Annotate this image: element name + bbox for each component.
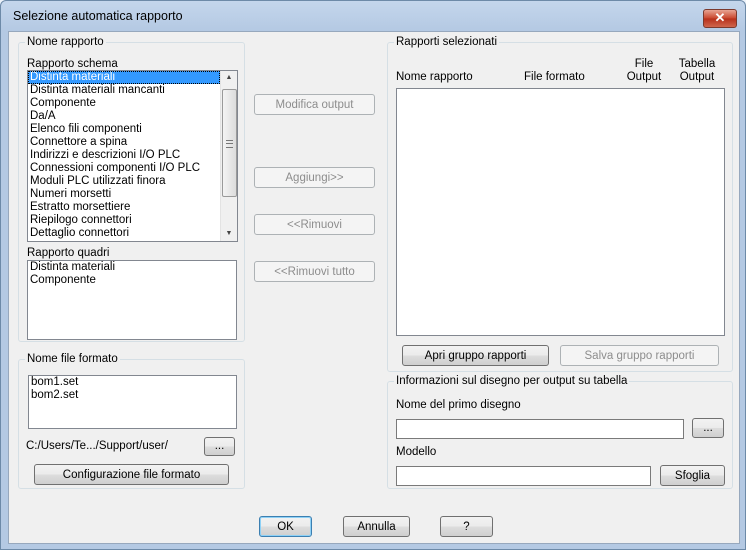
- format-file-list[interactable]: bom1.set bom2.set: [28, 375, 237, 429]
- help-button[interactable]: ?: [440, 516, 493, 537]
- first-drawing-browse-button[interactable]: ...: [692, 418, 724, 438]
- title-bar: Selezione automatica rapporto ✕: [1, 1, 745, 31]
- schematic-report-item[interactable]: Connettore a spina: [28, 136, 220, 149]
- format-file-group-label: Nome file formato: [25, 353, 120, 365]
- scroll-up-arrow-icon[interactable]: ▲: [221, 71, 237, 85]
- panel-report-list[interactable]: Distinta materiali Componente: [27, 260, 237, 340]
- format-file-item[interactable]: bom1.set: [29, 376, 236, 389]
- schematic-report-label: Rapporto schema: [27, 58, 118, 70]
- schematic-report-item[interactable]: Riepilogo connettori: [28, 214, 220, 227]
- schematic-report-item[interactable]: Indirizzi e descrizioni I/O PLC: [28, 149, 220, 162]
- first-drawing-label: Nome del primo disegno: [396, 399, 521, 411]
- report-name-group: Nome rapporto Rapporto schema Distinta m…: [18, 36, 245, 342]
- schematic-report-item[interactable]: Componente: [28, 97, 220, 110]
- template-browse-button[interactable]: Sfoglia: [660, 465, 725, 486]
- schematic-report-list[interactable]: Distinta materiali Distinta materiali man…: [27, 70, 238, 242]
- schematic-report-item[interactable]: Moduli PLC utilizzati finora: [28, 175, 220, 188]
- template-label: Modello: [396, 446, 437, 458]
- scroll-thumb[interactable]: [222, 89, 237, 197]
- dialog-title: Selezione automatica rapporto: [13, 9, 183, 23]
- schematic-report-item[interactable]: Dettaglio connettori: [28, 227, 220, 240]
- panel-report-item[interactable]: Distinta materiali: [28, 261, 236, 274]
- save-report-group-button[interactable]: Salva gruppo rapporti: [560, 345, 719, 366]
- cancel-button[interactable]: Annulla: [343, 516, 410, 537]
- format-path-browse-button[interactable]: ...: [204, 437, 235, 456]
- schematic-report-item[interactable]: Elenco fili componenti: [28, 123, 220, 136]
- col-header-file-output: File Output: [626, 58, 662, 83]
- schematic-report-item[interactable]: Connessioni componenti I/O PLC: [28, 162, 220, 175]
- schematic-report-item[interactable]: Distinta materiali mancanti: [28, 84, 220, 97]
- add-button[interactable]: Aggiungi>>: [254, 167, 375, 188]
- drawing-info-group: Informazioni sul disegno per output su t…: [387, 375, 733, 489]
- selected-reports-group: Rapporti selezionati Nome rapporto File …: [387, 36, 733, 372]
- selected-reports-group-label: Rapporti selezionati: [394, 36, 500, 48]
- schematic-report-item[interactable]: Estratto morsettiere: [28, 201, 220, 214]
- open-report-group-button[interactable]: Apri gruppo rapporti: [402, 345, 549, 366]
- remove-all-button[interactable]: <<Rimuovi tutto: [254, 261, 375, 282]
- ok-button[interactable]: OK: [259, 516, 312, 537]
- format-file-item[interactable]: bom2.set: [29, 389, 236, 402]
- format-file-config-button[interactable]: Configurazione file formato: [34, 464, 229, 485]
- panel-report-label: Rapporto quadri: [27, 247, 110, 259]
- col-header-format-file: File formato: [524, 71, 585, 83]
- modify-output-button[interactable]: Modifica output: [254, 94, 375, 115]
- col-header-report-name: Nome rapporto: [396, 71, 473, 83]
- drawing-info-group-label: Informazioni sul disegno per output su t…: [394, 375, 630, 387]
- schematic-report-item[interactable]: Da/A: [28, 110, 220, 123]
- template-input[interactable]: [396, 466, 651, 486]
- selected-reports-list[interactable]: [396, 88, 725, 336]
- panel-report-item[interactable]: Componente: [28, 274, 236, 287]
- dialog-client-area: Nome rapporto Rapporto schema Distinta m…: [8, 31, 740, 544]
- remove-button[interactable]: <<Rimuovi: [254, 214, 375, 235]
- schematic-report-item[interactable]: Distinta materiali: [28, 71, 220, 84]
- format-file-group: Nome file formato bom1.set bom2.set C:/Us…: [18, 353, 245, 489]
- format-file-path: C:/Users/Te.../Support/user/: [26, 440, 168, 452]
- report-name-group-label: Nome rapporto: [25, 36, 106, 48]
- close-button[interactable]: ✕: [703, 9, 737, 28]
- dialog-window: Selezione automatica rapporto ✕ Nome rap…: [0, 0, 746, 550]
- schematic-report-item[interactable]: Numeri morsetti: [28, 188, 220, 201]
- schematic-list-scrollbar[interactable]: ▲ ▼: [220, 71, 237, 241]
- scroll-down-arrow-icon[interactable]: ▼: [221, 227, 237, 241]
- first-drawing-input[interactable]: [396, 419, 684, 439]
- col-header-table-output: Tabella Output: [678, 58, 716, 83]
